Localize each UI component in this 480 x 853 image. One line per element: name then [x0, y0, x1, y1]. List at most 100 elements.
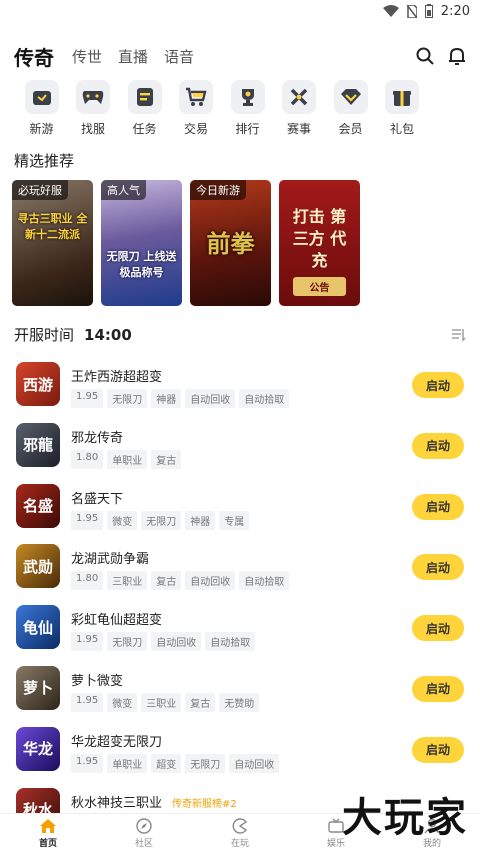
game-name: 龙湖武勋争霸	[71, 552, 150, 568]
server-time-value: 14:00	[84, 325, 132, 344]
list-item[interactable]: 武勋 龙湖武勋争霸 1.80 三职业 复古 自动回收 自动拾取 启动	[0, 538, 480, 599]
tag: 1.95	[71, 632, 104, 652]
category-task[interactable]: 任务	[119, 80, 170, 137]
game-icon: 龟仙	[16, 605, 60, 650]
game-tags: 1.95 无限刀 自动回收 自动拾取	[71, 632, 256, 652]
category-gift[interactable]: 礼包	[377, 80, 428, 137]
tag: 复古	[151, 449, 182, 469]
start-button[interactable]: 启动	[412, 675, 464, 702]
clock: 2:20	[440, 3, 470, 19]
nav-label: 社区	[134, 839, 153, 849]
gift-icon	[385, 80, 419, 114]
list-item[interactable]: 西游 王炸西游超超变 1.95 无限刀 神器 自动回收 自动拾取 启动	[0, 356, 480, 417]
tag: 无赞助	[219, 692, 260, 712]
start-button[interactable]: 启动	[412, 372, 464, 398]
bell-icon[interactable]	[448, 47, 466, 65]
tag: 三职业	[141, 692, 182, 712]
rank-badge: 传奇新服榜#2	[172, 798, 237, 810]
compass-icon	[136, 818, 152, 834]
game-icon: 西游	[16, 362, 60, 406]
category-label: 会员	[338, 122, 363, 136]
game-tags: 1.95 微变 无限刀 神器 专属	[71, 510, 250, 530]
list-item[interactable]: 华龙 华龙超变无限刀 1.95 单职业 超变 无限刀 自动回收 启动	[0, 721, 480, 782]
category-label: 赛事	[286, 122, 311, 136]
start-button[interactable]: 启动	[412, 493, 464, 520]
start-button[interactable]: 启动	[412, 736, 464, 763]
cart-icon	[179, 80, 213, 114]
tag: 无限刀	[107, 632, 148, 652]
start-button[interactable]: 启动	[412, 615, 464, 642]
game-list: 西游 王炸西游超超变 1.95 无限刀 神器 自动回收 自动拾取 启动 邪龍 邪…	[0, 356, 480, 842]
nav-label: 首页	[38, 839, 57, 849]
tag: 自动拾取	[239, 571, 290, 591]
tag: 神器	[151, 389, 182, 408]
category-event[interactable]: 赛事	[274, 80, 325, 137]
tag: 单职业	[107, 449, 148, 469]
card-badge: 高人气	[101, 180, 146, 200]
recommend-card[interactable]: 寻古三职业 全新十二流派 必玩好服	[12, 180, 93, 306]
task-list-icon	[127, 80, 162, 114]
gamepad-new-icon	[24, 80, 59, 114]
start-button[interactable]: 启动	[412, 432, 464, 459]
battery-icon	[424, 4, 433, 18]
category-new-games[interactable]: 新游	[16, 80, 67, 137]
nav-home[interactable]: 首页	[0, 814, 96, 853]
tag: 神器	[185, 510, 216, 530]
category-label: 任务	[132, 122, 157, 136]
category-label: 交易	[183, 122, 208, 136]
no-sim-icon	[406, 4, 417, 18]
category-member[interactable]: 会员	[325, 80, 376, 137]
game-tags: 1.95 单职业 超变 无限刀 自动回收	[71, 753, 280, 773]
top-nav: 传奇 传世 直播 语音	[0, 38, 480, 74]
nav-label: 在玩	[230, 839, 249, 849]
nav-community[interactable]: 社区	[96, 814, 192, 853]
tag: 自动回收	[229, 753, 280, 773]
list-item[interactable]: 邪龍 邪龙传奇 1.80 单职业 复古 启动	[0, 417, 480, 478]
server-time-label: 开服时间	[14, 326, 75, 344]
tag: 超变	[151, 753, 182, 773]
tag: 1.80	[71, 571, 104, 591]
recommend-card[interactable]: 无限刀 上线送极品称号 高人气	[101, 180, 182, 306]
card-art-text: 寻古三职业 全新十二流派	[17, 212, 88, 241]
category-label: 新游	[29, 122, 54, 136]
section-title-recommend: 精选推荐	[14, 152, 75, 170]
tab-legend[interactable]: 传奇	[14, 42, 54, 71]
recommend-card[interactable]: 前拳 今日新游	[190, 180, 271, 306]
tag: 微变	[107, 692, 138, 712]
nav-playing[interactable]: 在玩	[192, 814, 288, 853]
category-grid: 新游 找服 任务 交易 排行 赛事 会员 礼包	[0, 80, 480, 137]
tag: 无限刀	[141, 510, 182, 530]
tag: 三职业	[107, 571, 148, 591]
tab-live[interactable]: 直播	[118, 46, 148, 67]
sort-icon[interactable]	[452, 328, 466, 342]
game-tags: 1.80 三职业 复古 自动回收 自动拾取	[71, 571, 290, 591]
home-icon	[40, 819, 56, 833]
crossed-swords-icon	[282, 80, 316, 114]
recommend-card[interactable]: 打击 第三方 代充 公告	[279, 180, 360, 306]
category-label: 找服	[80, 122, 105, 136]
game-icon: 邪龍	[16, 422, 60, 467]
tag: 1.95	[71, 389, 104, 408]
game-tags: 1.80 单职业 复古	[71, 449, 182, 469]
game-name: 秋水神技三职业 传奇新服榜#2	[71, 792, 237, 811]
tab-chuanshi[interactable]: 传世	[72, 46, 102, 67]
card-badge: 今日新游	[190, 180, 246, 200]
tag: 自动回收	[185, 571, 236, 591]
tag: 微变	[107, 510, 138, 530]
game-name: 萝卜微变	[71, 673, 124, 689]
game-name: 华龙超变无限刀	[71, 734, 163, 750]
game-name-text: 秋水神技三职业	[71, 795, 163, 811]
category-trade[interactable]: 交易	[171, 80, 222, 137]
category-find-server[interactable]: 找服	[68, 80, 119, 137]
tag: 专属	[219, 510, 250, 530]
list-item[interactable]: 龟仙 彩虹龟仙超超变 1.95 无限刀 自动回收 自动拾取 启动	[0, 599, 480, 660]
game-name: 彩虹龟仙超超变	[71, 613, 163, 629]
search-icon[interactable]	[416, 47, 434, 65]
start-button[interactable]: 启动	[412, 554, 464, 581]
tag: 自动拾取	[239, 389, 290, 408]
game-icon: 武勋	[16, 544, 60, 589]
tab-voice[interactable]: 语音	[164, 46, 194, 67]
list-item[interactable]: 萝卜 萝卜微变 1.95 微变 三职业 复古 无赞助 启动	[0, 660, 480, 721]
list-item[interactable]: 名盛 名盛天下 1.95 微变 无限刀 神器 专属 启动	[0, 478, 480, 539]
category-rank[interactable]: 排行	[222, 80, 273, 137]
